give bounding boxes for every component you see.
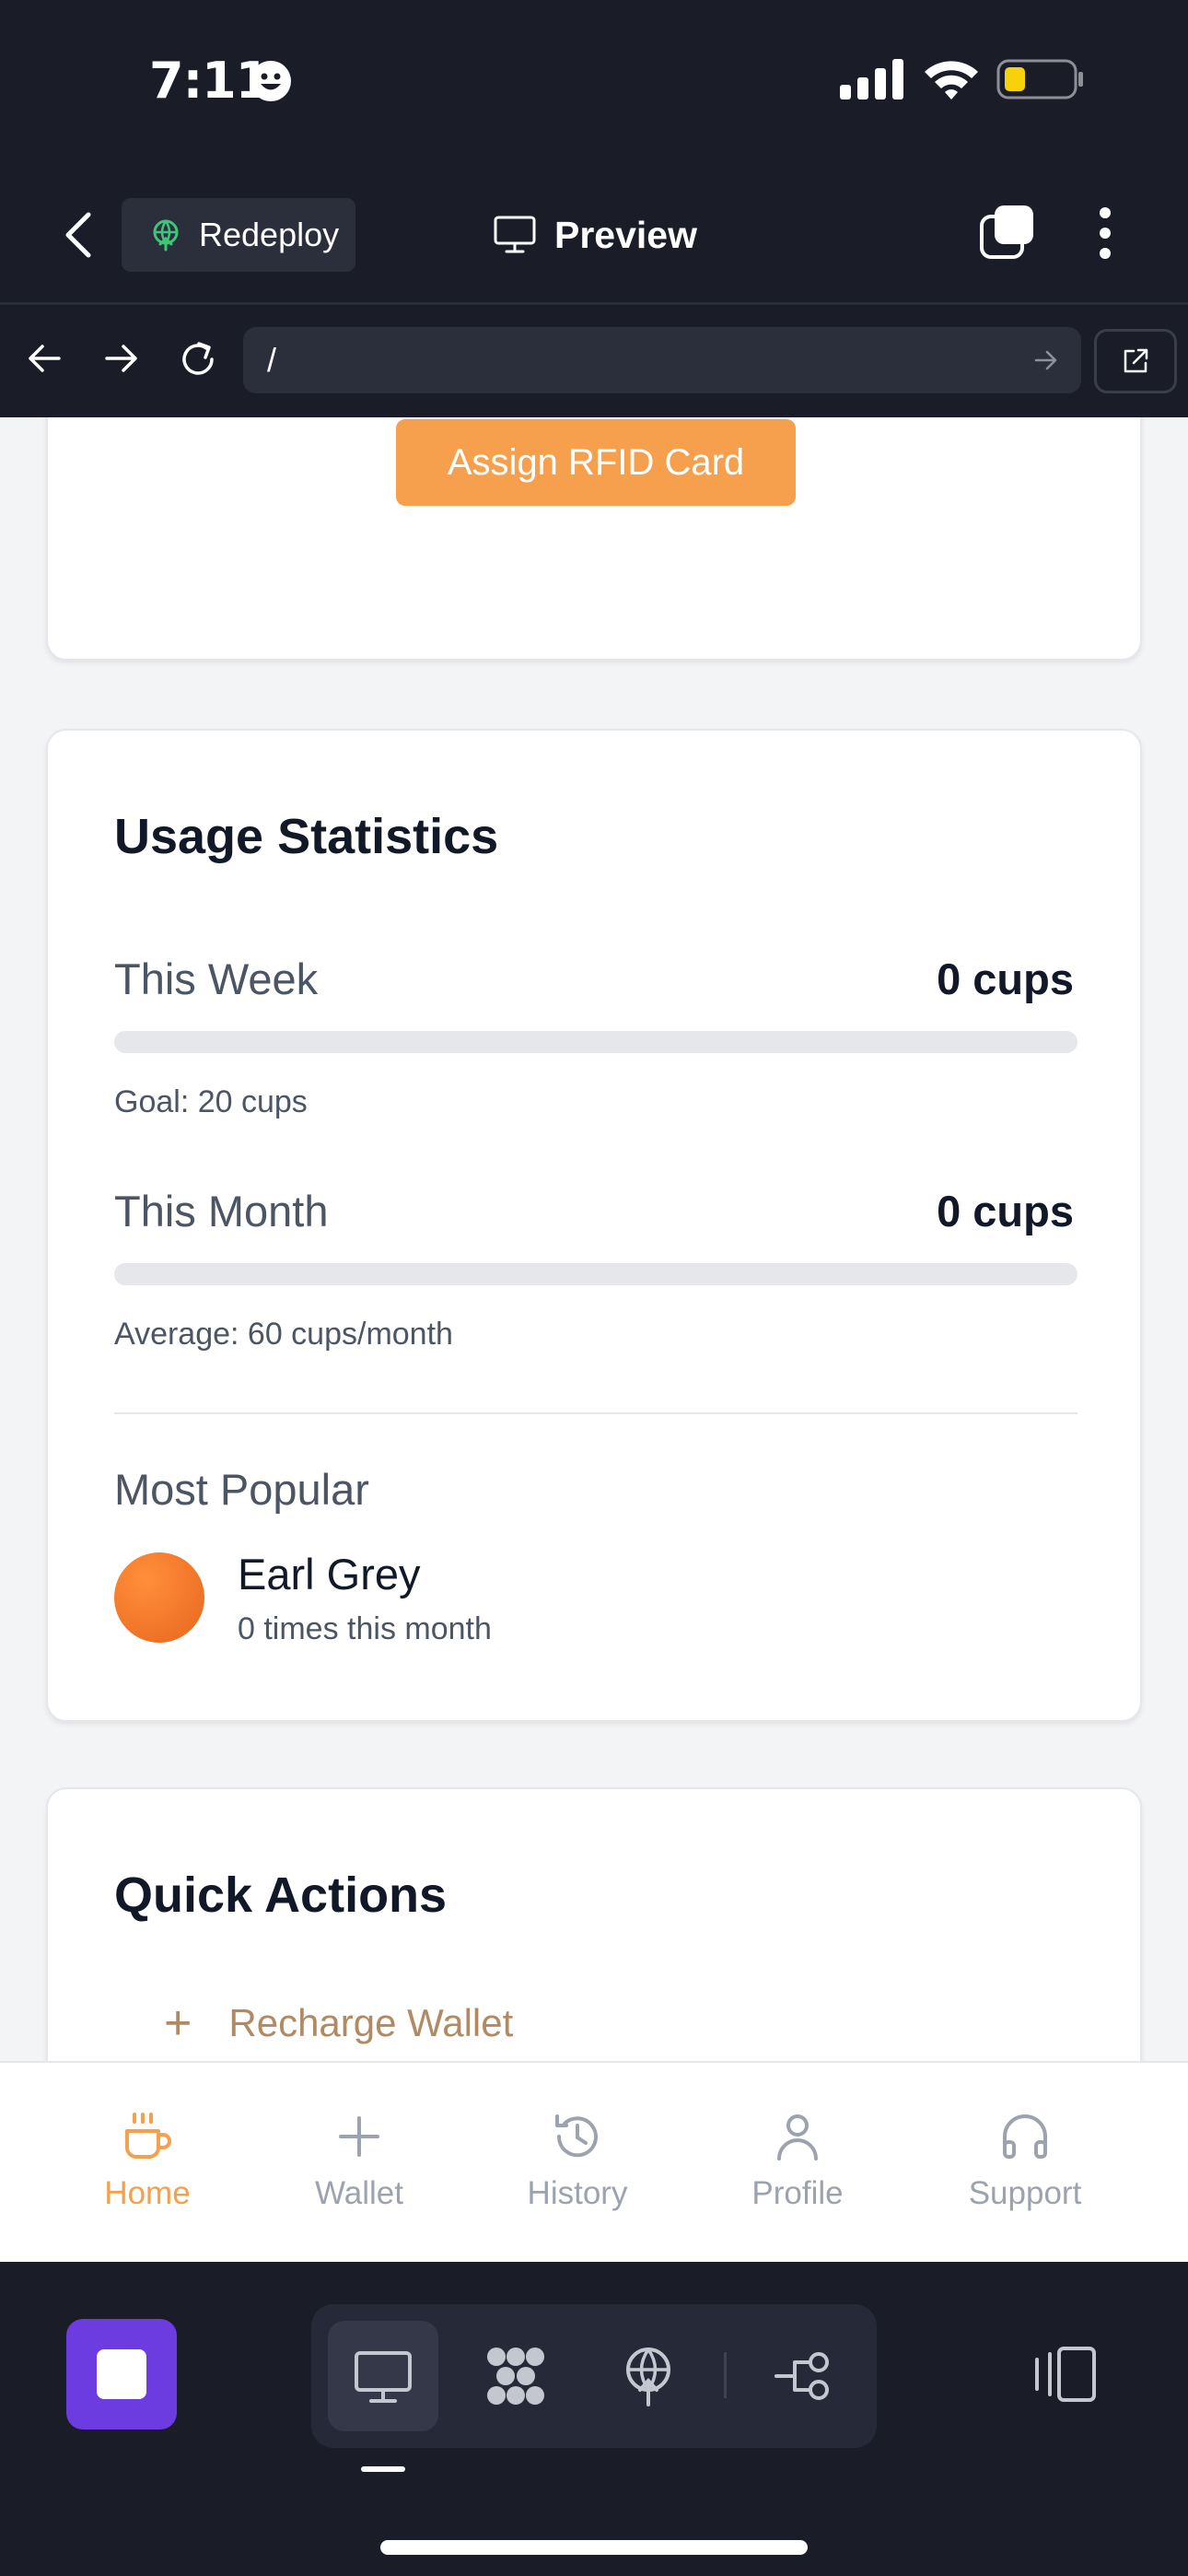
tea-avatar — [114, 1552, 204, 1643]
more-vertical-icon[interactable] — [1094, 205, 1116, 261]
week-goal-note: Goal: 20 cups — [114, 1084, 308, 1119]
plus-icon: + — [164, 1996, 192, 2050]
deploy-tool-button[interactable] — [593, 2321, 704, 2431]
open-external-icon — [1124, 348, 1148, 373]
reload-icon[interactable] — [177, 338, 219, 381]
monitor-icon — [355, 2351, 412, 2403]
quick-actions-title: Quick Actions — [114, 1868, 448, 1923]
tab-history-label: History — [527, 2175, 628, 2211]
tab-support[interactable]: Support — [933, 2109, 1117, 2212]
tool-group — [311, 2304, 877, 2448]
tab-support-label: Support — [968, 2175, 1082, 2211]
week-value: 0 cups — [937, 954, 1074, 1003]
user-icon — [777, 2114, 818, 2160]
month-value: 0 cups — [937, 1187, 1074, 1235]
arrow-left-icon[interactable] — [26, 340, 63, 377]
popular-tea-count: 0 times this month — [238, 1611, 492, 1646]
tab-home-label: Home — [104, 2175, 191, 2211]
usage-statistics-card: Usage Statistics This Week 0 cups Goal: … — [46, 729, 1142, 1722]
monitor-icon — [494, 216, 536, 253]
go-arrow-icon[interactable] — [1033, 347, 1059, 373]
divider — [114, 1412, 1077, 1414]
tab-home[interactable]: Home — [55, 2109, 239, 2212]
month-label: This Month — [114, 1187, 329, 1235]
arrow-right-icon[interactable] — [103, 340, 140, 377]
tabs-icon[interactable] — [978, 204, 1037, 263]
url-input[interactable]: / — [243, 327, 1081, 393]
tab-wallet[interactable]: Wallet — [267, 2109, 451, 2212]
layout-toggle-icon[interactable] — [1031, 2345, 1098, 2404]
week-label: This Week — [114, 954, 319, 1003]
preview-title: Preview — [494, 205, 697, 264]
recharge-wallet-action[interactable]: + Recharge Wallet — [164, 1999, 513, 2047]
assign-rfid-button[interactable]: Assign RFID Card — [396, 419, 796, 506]
tab-history[interactable]: History — [485, 2109, 670, 2212]
wifi-icon — [925, 61, 978, 100]
tab-profile[interactable]: Profile — [705, 2109, 890, 2212]
tab-profile-label: Profile — [751, 2175, 844, 2211]
rfid-card: Assign RFID Card — [46, 417, 1142, 661]
smiley-face-icon — [250, 61, 291, 101]
browser-bar: / — [0, 305, 1188, 417]
tool-separator — [724, 2352, 727, 2398]
cellular-signal-icon — [840, 59, 903, 100]
branch-icon — [775, 2352, 829, 2400]
popular-tea-name: Earl Grey — [238, 1550, 421, 1598]
redeploy-label: Redeploy — [199, 216, 340, 253]
branch-tool-button[interactable] — [750, 2321, 860, 2431]
apps-tool-button[interactable] — [460, 2321, 571, 2431]
quick-actions-card: Quick Actions + Recharge Wallet — [46, 1787, 1142, 2061]
globe-icon — [153, 219, 179, 252]
chevron-left-icon[interactable] — [57, 209, 101, 261]
url-text: / — [267, 341, 277, 379]
stop-icon — [97, 2349, 146, 2399]
deploy-globe-icon — [626, 2348, 670, 2406]
tab-wallet-label: Wallet — [315, 2175, 403, 2211]
battery-low-icon — [996, 59, 1083, 100]
recharge-wallet-label: Recharge Wallet — [228, 2001, 514, 2044]
preview-tool-button[interactable] — [328, 2321, 438, 2431]
week-progress-bar — [114, 1031, 1077, 1053]
status-bar: 7:11 — [0, 0, 1188, 161]
history-icon — [555, 2114, 598, 2158]
month-average-note: Average: 60 cups/month — [114, 1317, 453, 1352]
app-header: Redeploy Preview — [0, 161, 1188, 305]
home-indicator — [380, 2540, 808, 2555]
coffee-cup-icon — [125, 2113, 171, 2159]
web-content[interactable]: Assign RFID Card Usage Statistics This W… — [0, 417, 1188, 2061]
month-progress-bar — [114, 1263, 1077, 1285]
usage-title: Usage Statistics — [114, 809, 499, 864]
open-external-button[interactable] — [1094, 329, 1177, 393]
plus-icon — [339, 2116, 379, 2157]
active-tool-indicator — [361, 2466, 405, 2472]
stop-button[interactable] — [66, 2319, 177, 2430]
dev-toolbar — [0, 2262, 1188, 2576]
headphones-icon — [1003, 2114, 1047, 2159]
preview-label: Preview — [554, 213, 697, 256]
most-popular-label: Most Popular — [114, 1465, 369, 1514]
redeploy-button[interactable]: Redeploy — [122, 198, 355, 272]
apps-grid-icon — [487, 2348, 544, 2405]
bottom-tab-bar: Home Wallet History Profile Support — [0, 2061, 1188, 2262]
